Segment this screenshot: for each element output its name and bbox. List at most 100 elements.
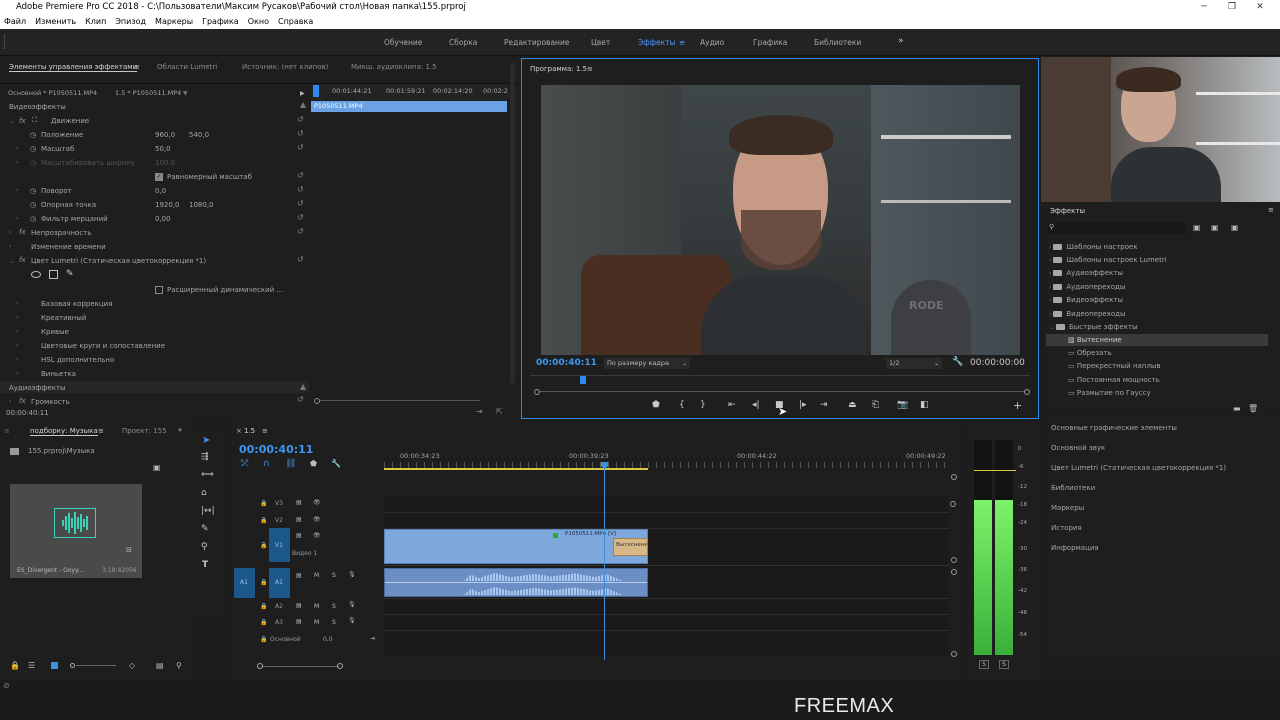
maximize-button[interactable]: ❐ bbox=[1222, 0, 1242, 15]
ripple-edit-tool-icon[interactable]: ⟺ bbox=[201, 470, 214, 480]
tab-effect-controls[interactable]: Элементы управления эффектами bbox=[9, 63, 138, 72]
hand-tool-icon[interactable]: ⚲ bbox=[201, 542, 208, 552]
tab-bin-music[interactable]: подборку: Музыка bbox=[30, 427, 98, 436]
sync-lock-icon[interactable]: ▤ bbox=[296, 602, 302, 609]
fx-badge-icon[interactable]: fx bbox=[19, 228, 26, 236]
sync-lock-icon[interactable]: ▤ bbox=[296, 532, 302, 539]
menu-sequence[interactable]: Эпизод bbox=[115, 15, 146, 29]
eye-icon[interactable]: 👁 bbox=[313, 499, 321, 506]
effects-subitem-cross-dissolve[interactable]: ▭ Перекрестный наплыв bbox=[1068, 362, 1161, 370]
stopwatch-icon[interactable]: ◷ bbox=[30, 131, 36, 139]
camera-icon[interactable]: 📷 bbox=[897, 400, 908, 410]
sort-icon[interactable]: ◇ bbox=[129, 661, 135, 670]
solo-right-button[interactable]: S bbox=[999, 660, 1009, 669]
reset-icon[interactable]: ↺ bbox=[297, 129, 304, 138]
zoom-handle-right[interactable] bbox=[1024, 389, 1030, 395]
vertical-scroll-handle[interactable] bbox=[951, 569, 957, 575]
lock-icon[interactable]: 🔒 bbox=[260, 500, 267, 507]
effects-panel-title[interactable]: Эффекты bbox=[1050, 207, 1085, 215]
transition-block[interactable]: Вытеснени bbox=[613, 538, 648, 556]
mute-button[interactable]: M bbox=[314, 572, 319, 579]
audio-clip[interactable] bbox=[384, 568, 648, 597]
export-icon[interactable]: ⇱ bbox=[496, 407, 503, 416]
chevron-right-icon[interactable]: › bbox=[16, 314, 18, 321]
track-select-tool-icon[interactable]: ⇶ bbox=[201, 452, 209, 462]
chevron-right-icon[interactable]: › bbox=[16, 356, 18, 363]
solo-button[interactable]: S bbox=[332, 619, 336, 626]
step-forward-icon[interactable]: |▸ bbox=[799, 400, 807, 410]
workspace-libraries[interactable]: Библиотеки bbox=[814, 38, 861, 47]
lock-icon[interactable]: 🔒 bbox=[260, 517, 267, 524]
tab-lumetri-scopes[interactable]: Области Lumetri bbox=[157, 63, 217, 71]
ec-timecode[interactable]: 00:00:40:11 bbox=[6, 409, 49, 417]
reset-icon[interactable]: ↺ bbox=[297, 255, 304, 264]
reset-icon[interactable]: ↺ bbox=[297, 143, 304, 152]
solo-left-button[interactable]: S bbox=[979, 660, 989, 669]
stopwatch-icon[interactable]: ◷ bbox=[30, 201, 36, 209]
thumb-size-handle[interactable] bbox=[70, 663, 75, 668]
flicker-filter-value[interactable]: 0,00 bbox=[155, 215, 171, 223]
panel-essential-graphics[interactable]: Основные графические элементы bbox=[1051, 424, 1177, 432]
effects-search-input[interactable] bbox=[1048, 223, 1186, 234]
panel-info[interactable]: Информация bbox=[1051, 544, 1099, 552]
effects-subitem-constant-power[interactable]: ▭ Постоянная мощность bbox=[1068, 376, 1160, 384]
anchor-y-value[interactable]: 1080,0 bbox=[189, 201, 214, 209]
fx-badge-icon[interactable]: fx bbox=[19, 256, 26, 264]
tab-menu-icon[interactable]: ≡ bbox=[262, 427, 268, 435]
chevron-right-icon[interactable]: › bbox=[9, 243, 11, 250]
chevron-down-icon[interactable]: ▼ bbox=[183, 90, 188, 97]
effects-subitem-wipe[interactable]: ▧ Вытеснение bbox=[1068, 336, 1122, 344]
solo-button[interactable]: S bbox=[332, 603, 336, 610]
timeline-tab[interactable]: 1.5 bbox=[244, 427, 255, 435]
tab-project[interactable]: Проект: 155 bbox=[122, 427, 167, 435]
panel-markers[interactable]: Маркеры bbox=[1051, 504, 1084, 512]
timeline-scroll-handle-right[interactable] bbox=[337, 663, 343, 669]
nest-icon[interactable]: ⤱ bbox=[241, 459, 248, 469]
accelerated-effects-icon[interactable]: ▣ bbox=[1193, 223, 1201, 232]
vertical-scroll-handle[interactable] bbox=[951, 651, 957, 657]
master-clip-label[interactable]: Основной * P1050511.MP4 bbox=[8, 89, 97, 97]
selection-tool-icon[interactable]: ➤ bbox=[202, 435, 210, 446]
ellipse-mask-icon[interactable] bbox=[31, 271, 41, 278]
reset-icon[interactable]: ↺ bbox=[297, 213, 304, 222]
lock-icon[interactable]: 🔒 bbox=[260, 636, 267, 643]
reset-icon[interactable]: ↺ bbox=[297, 395, 304, 404]
menu-window[interactable]: Окно bbox=[248, 15, 269, 29]
list-view-icon[interactable]: ☰ bbox=[28, 661, 35, 670]
menu-markers[interactable]: Маркеры bbox=[155, 15, 193, 29]
chevron-right-icon[interactable]: › bbox=[9, 229, 11, 236]
chevron-right-icon[interactable]: › bbox=[16, 215, 18, 222]
close-tab-icon[interactable]: × bbox=[236, 427, 242, 435]
chevron-down-icon[interactable]: ⌄ bbox=[9, 258, 14, 265]
mute-button[interactable]: M bbox=[314, 603, 319, 610]
ec-timeline-ruler[interactable]: 00:01:44:21 00:01:59:21 00:02:14:20 00:0… bbox=[311, 84, 509, 100]
chevron-down-icon[interactable]: ⌄ bbox=[9, 118, 14, 125]
chevron-right-icon[interactable]: › bbox=[16, 300, 18, 307]
ec-playhead[interactable] bbox=[313, 85, 319, 97]
play-only-icon[interactable]: ▶ bbox=[300, 90, 305, 97]
tab-menu-icon[interactable]: ≡ bbox=[4, 427, 10, 435]
sync-lock-icon[interactable]: ▤ bbox=[296, 499, 302, 506]
program-zoom-bar[interactable] bbox=[540, 391, 1024, 392]
video-clip[interactable]: P1050511.MP4 [V] bbox=[384, 529, 648, 564]
yuv-effects-icon[interactable]: ▣ bbox=[1231, 223, 1239, 232]
position-x-value[interactable]: 960,0 bbox=[155, 131, 175, 139]
media-thumbnail[interactable]: ⊟ ES_Divergent - Ooyy... 3:18:42056 bbox=[10, 484, 142, 578]
tab-menu-icon[interactable]: ≡ bbox=[587, 65, 593, 73]
pen-tool-icon[interactable]: ✎ bbox=[201, 524, 209, 534]
chevron-right-icon[interactable]: › bbox=[16, 328, 18, 335]
compare-icon[interactable]: ◧ bbox=[920, 400, 929, 410]
hdr-checkbox[interactable] bbox=[155, 286, 163, 294]
reset-icon[interactable]: ↺ bbox=[297, 171, 304, 180]
menu-file[interactable]: Файл bbox=[4, 15, 26, 29]
zoom-handle[interactable] bbox=[314, 398, 320, 404]
effects-item-audio-effects[interactable]: › Аудиоэффекты bbox=[1049, 269, 1123, 277]
program-playhead[interactable] bbox=[580, 376, 586, 384]
timeline-scrollbar[interactable] bbox=[263, 666, 339, 667]
workspace-graphics[interactable]: Графика bbox=[753, 38, 787, 47]
vertical-scroll-handle[interactable] bbox=[951, 557, 957, 563]
scale-value[interactable]: 50,0 bbox=[155, 145, 171, 153]
menu-edit[interactable]: Изменить bbox=[35, 15, 76, 29]
mute-button[interactable]: M bbox=[314, 619, 319, 626]
icon-view-icon[interactable] bbox=[51, 662, 58, 669]
